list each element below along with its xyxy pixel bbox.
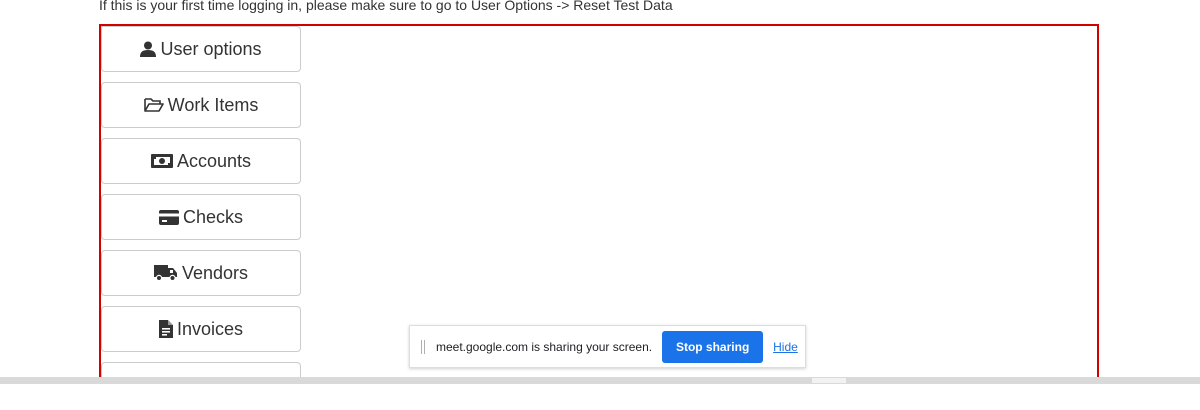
- menu-item-checks[interactable]: Checks: [101, 194, 301, 240]
- truck-icon: [153, 265, 178, 281]
- menu-item-user-options[interactable]: User options: [101, 26, 301, 72]
- menu-item-label: Accounts: [176, 150, 252, 171]
- file-invoice-icon: [158, 320, 173, 338]
- hide-link[interactable]: Hide: [773, 340, 798, 354]
- drag-handle-icon[interactable]: [421, 339, 425, 354]
- menu-item-invoices[interactable]: Invoices: [101, 306, 301, 352]
- screen-share-banner: meet.google.com is sharing your screen. …: [409, 325, 806, 368]
- credit-card-icon: [158, 209, 179, 225]
- scrollbar-thumb[interactable]: [812, 378, 846, 383]
- share-message: meet.google.com is sharing your screen.: [436, 339, 653, 354]
- side-menu: User options Work Items Accounts Checks: [101, 26, 301, 381]
- menu-item-label: Checks: [182, 206, 244, 227]
- menu-item-label: Vendors: [181, 262, 249, 283]
- user-icon: [140, 41, 157, 57]
- menu-item-label: Invoices: [176, 318, 244, 339]
- menu-item-label: Work Items: [167, 94, 259, 115]
- folder-open-icon: [143, 97, 164, 113]
- stop-sharing-button[interactable]: Stop sharing: [662, 330, 764, 363]
- menu-item-accounts[interactable]: Accounts: [101, 138, 301, 184]
- menu-item-work-items[interactable]: Work Items: [101, 82, 301, 128]
- money-bill-icon: [150, 154, 173, 168]
- menu-item-vendors[interactable]: Vendors: [101, 250, 301, 296]
- first-login-notice: If this is your first time logging in, p…: [99, 0, 673, 13]
- horizontal-scrollbar[interactable]: [0, 377, 1200, 384]
- menu-item-label: User options: [160, 38, 262, 59]
